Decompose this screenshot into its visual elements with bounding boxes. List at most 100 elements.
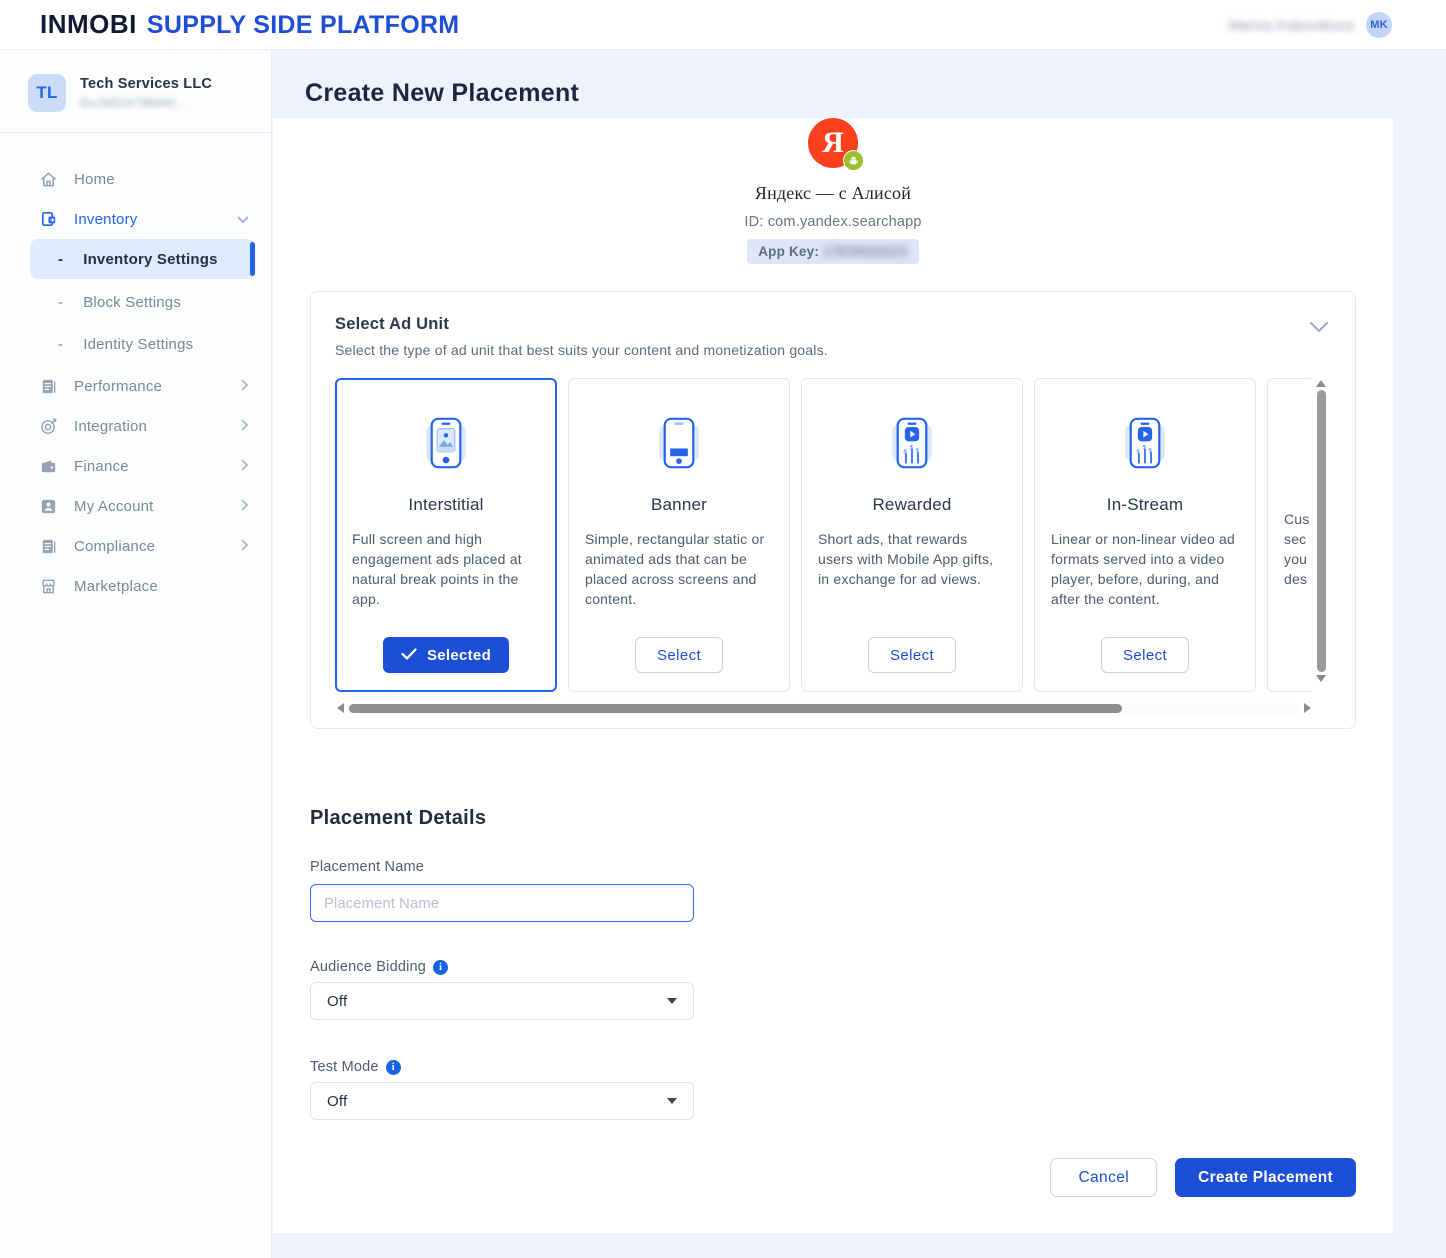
- user-avatar[interactable]: MK: [1366, 12, 1392, 38]
- target-icon: [38, 416, 58, 436]
- org-name: Tech Services LLC: [80, 76, 212, 92]
- rewarded-phone-icon: $ $ $: [879, 403, 945, 483]
- sidebar-item-integration[interactable]: Integration: [0, 406, 271, 446]
- app-header: Я Яндекс — с Алисой ID: com.yandex.searc…: [273, 118, 1393, 264]
- ad-unit-cards-viewport: Interstitial Full screen and high engage…: [335, 378, 1311, 692]
- test-mode-select[interactable]: Off: [310, 1082, 694, 1120]
- vertical-scroll-thumb[interactable]: [1317, 390, 1326, 672]
- ad-unit-section-title: Select Ad Unit: [335, 315, 1331, 334]
- info-icon[interactable]: i: [386, 1060, 401, 1075]
- svg-text:$: $: [1149, 447, 1153, 454]
- brand-inmobi: INMOBI: [40, 9, 137, 40]
- horizontal-scrollbar[interactable]: [335, 702, 1311, 714]
- document-icon: [38, 536, 58, 556]
- select-button[interactable]: Select: [635, 637, 723, 673]
- app-key-label: App Key:: [758, 244, 819, 259]
- create-placement-button[interactable]: Create Placement: [1175, 1158, 1356, 1197]
- ad-unit-card-in-stream[interactable]: $ $ $ In-Stream Linear or non-linear vid…: [1034, 378, 1256, 692]
- collapse-chevron-icon[interactable]: [1309, 320, 1329, 338]
- ad-unit-card-description: Linear or non-linear video ad formats se…: [1051, 530, 1239, 610]
- sidebar-item-identity-settings[interactable]: Identity Settings: [30, 324, 255, 364]
- sidebar-subitem-label: Block Settings: [83, 294, 181, 311]
- sidebar-item-inventory[interactable]: Inventory: [0, 199, 271, 239]
- test-mode-label: Test Mode i: [310, 1059, 1393, 1075]
- scroll-up-arrow[interactable]: [1316, 380, 1326, 387]
- ad-unit-card-title: Rewarded: [872, 495, 951, 515]
- selected-button[interactable]: Selected: [383, 637, 509, 673]
- sidebar-item-performance[interactable]: Performance: [0, 366, 271, 406]
- ad-unit-cards-row: Interstitial Full screen and high engage…: [335, 378, 1311, 692]
- audience-bidding-select[interactable]: Off: [310, 982, 694, 1020]
- user-name: Marina Kolesnikova: [1228, 17, 1354, 33]
- app-id: ID: com.yandex.searchapp: [273, 214, 1393, 230]
- sidebar-item-my-account[interactable]: My Account: [0, 486, 271, 526]
- sidebar-item-block-settings[interactable]: Block Settings: [30, 282, 255, 322]
- app-key-value: 17839520223: [823, 244, 908, 259]
- ad-unit-section-subtitle: Select the type of ad unit that best sui…: [335, 342, 1331, 358]
- chevron-right-icon: [241, 498, 249, 515]
- desc-fragment: des: [1284, 570, 1311, 590]
- placement-name-input[interactable]: [310, 884, 694, 922]
- horizontal-scroll-track[interactable]: [347, 703, 1301, 714]
- svg-text:$: $: [1136, 448, 1140, 455]
- sidebar-item-label: Performance: [74, 378, 162, 395]
- sidebar-subitem-label: Identity Settings: [83, 336, 193, 353]
- org-switcher[interactable]: TL Tech Services LLC 8cc39524798940...: [0, 50, 271, 133]
- audience-bidding-value: Off: [327, 993, 347, 1010]
- audience-bidding-label: Audience Bidding i: [310, 959, 1393, 975]
- sidebar-item-home[interactable]: Home: [0, 159, 271, 199]
- ad-unit-card-description: Short ads, that rewards users with Mobil…: [818, 530, 1006, 590]
- sidebar-item-compliance[interactable]: Compliance: [0, 526, 271, 566]
- in-stream-phone-icon: $ $ $: [1112, 403, 1178, 483]
- org-avatar: TL: [28, 74, 66, 112]
- select-ad-unit-section: Select Ad Unit Select the type of ad uni…: [310, 291, 1356, 729]
- org-id: 8cc39524798940...: [80, 96, 212, 110]
- select-button[interactable]: Select: [1101, 637, 1189, 673]
- home-icon: [38, 169, 58, 189]
- scroll-down-arrow[interactable]: [1316, 675, 1326, 682]
- ad-unit-card-description: Full screen and high engagement ads plac…: [352, 530, 540, 610]
- chevron-right-icon: [241, 538, 249, 555]
- chevron-right-icon: [241, 418, 249, 435]
- info-icon[interactable]: i: [433, 960, 448, 975]
- chevron-down-icon: [237, 211, 249, 228]
- horizontal-scroll-thumb[interactable]: [349, 704, 1122, 713]
- scroll-right-arrow[interactable]: [1304, 703, 1311, 713]
- placement-panel: Я Яндекс — с Алисой ID: com.yandex.searc…: [273, 118, 1393, 1233]
- ad-unit-card-rewarded[interactable]: $ $ $ Rewarded Short ads, that rewards u…: [801, 378, 1023, 692]
- chevron-right-icon: [241, 458, 249, 475]
- desc-fragment: sec: [1284, 530, 1311, 550]
- cancel-button[interactable]: Cancel: [1050, 1158, 1157, 1197]
- report-icon: [38, 376, 58, 396]
- sidebar-item-finance[interactable]: Finance: [0, 446, 271, 486]
- ad-unit-card-partial[interactable]: Cus sec you des: [1267, 378, 1311, 692]
- test-mode-label-text: Test Mode: [310, 1059, 379, 1075]
- ad-unit-card-title: Banner: [651, 495, 707, 515]
- sidebar-nav: Home Inventory Inventory Settings Block …: [0, 153, 271, 612]
- top-bar: INMOBI SUPPLY SIDE PLATFORM Marina Koles…: [0, 0, 1446, 50]
- sidebar-item-inventory-settings[interactable]: Inventory Settings: [30, 239, 255, 279]
- check-icon: [401, 647, 417, 664]
- svg-text:$: $: [910, 444, 914, 451]
- svg-text:$: $: [916, 447, 920, 454]
- android-icon: [843, 150, 864, 171]
- select-button[interactable]: Select: [868, 637, 956, 673]
- scroll-left-arrow[interactable]: [337, 703, 344, 713]
- app-key-chip: App Key: 17839520223: [747, 239, 919, 264]
- ad-unit-card-interstitial[interactable]: Interstitial Full screen and high engage…: [335, 378, 557, 692]
- sidebar-subitem-label: Inventory Settings: [83, 251, 217, 268]
- form-actions: Cancel Create Placement: [273, 1158, 1356, 1233]
- caret-down-icon: [667, 998, 677, 1004]
- sidebar-item-label: Marketplace: [74, 578, 158, 595]
- ad-unit-card-banner[interactable]: Banner Simple, rectangular static or ani…: [568, 378, 790, 692]
- app-name: Яндекс — с Алисой: [273, 183, 1393, 204]
- interstitial-phone-icon: [413, 403, 479, 483]
- vertical-scrollbar[interactable]: [1314, 378, 1328, 682]
- page-title: Create New Placement: [305, 76, 1446, 110]
- sidebar-item-label: Home: [74, 171, 115, 188]
- sidebar-item-marketplace[interactable]: Marketplace: [0, 566, 271, 606]
- ad-unit-card-description: Cus sec you des: [1284, 510, 1311, 590]
- sidebar: TL Tech Services LLC 8cc39524798940... H…: [0, 50, 272, 1258]
- placement-details-title: Placement Details: [310, 807, 1393, 830]
- person-icon: [38, 496, 58, 516]
